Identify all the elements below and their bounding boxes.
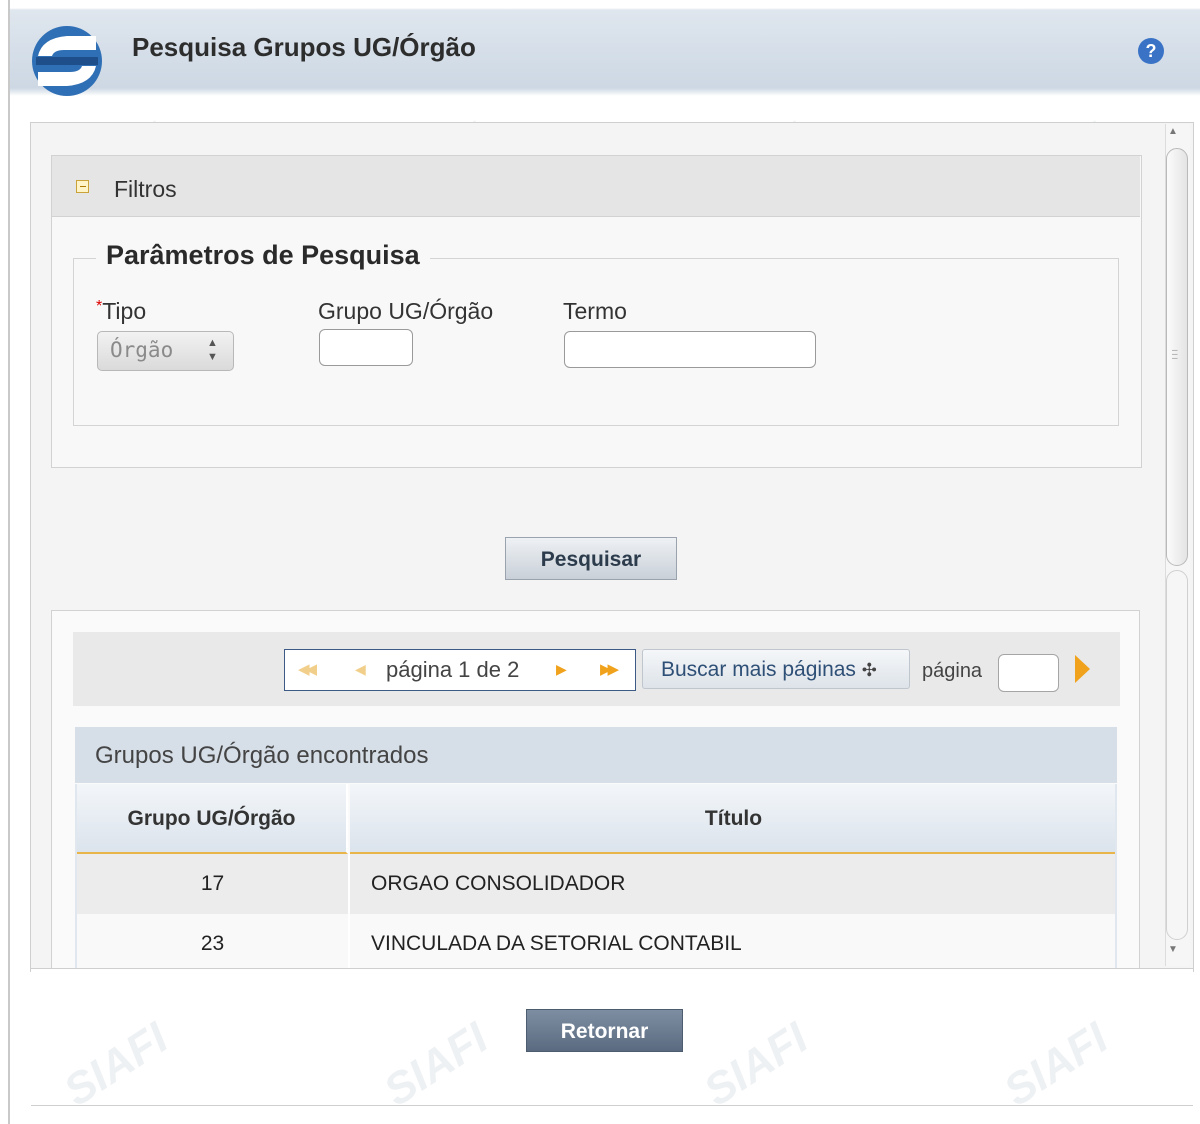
cell-grupo: 17 (200, 872, 225, 895)
left-border (8, 0, 10, 1124)
next-page-icon[interactable]: ▶ (556, 661, 567, 678)
buscar-mais-paginas-button[interactable]: Buscar mais páginas ✣ (642, 649, 910, 689)
last-page-icon[interactable]: ▶▶ (600, 660, 619, 678)
question-icon[interactable]: ? (1138, 38, 1164, 64)
page-indicator: página 1 de 2 (386, 657, 520, 682)
grupo-label: Grupo UG/Órgão (318, 298, 494, 324)
column-divider (348, 914, 350, 970)
results-table: Grupo UG/Órgão Título 17 ORGAO CONSOLIDA… (75, 784, 1117, 970)
previous-page-icon[interactable]: ◀ (355, 661, 366, 678)
scrollbar-track[interactable] (1166, 570, 1188, 940)
table-row[interactable]: 23 VINCULADA DA SETORIAL CONTABIL (77, 914, 1115, 970)
page-title: Pesquisa Grupos UG/Órgão (132, 32, 476, 62)
column-divider (348, 854, 350, 914)
pagina-label: página (922, 660, 983, 682)
first-page-icon[interactable]: ◀◀ (298, 660, 317, 678)
column-header-grupo[interactable]: Grupo UG/Órgão (77, 784, 348, 854)
termo-label: Termo (563, 298, 627, 324)
buscar-mais-label: Buscar mais páginas (661, 658, 856, 681)
termo-input[interactable] (564, 331, 816, 368)
scroll-up-icon[interactable]: ▲ (1168, 126, 1178, 137)
column-header-titulo[interactable]: Título (350, 784, 1115, 854)
collapse-minus-icon[interactable] (76, 180, 89, 193)
cell-titulo: ORGAO CONSOLIDADOR (371, 872, 626, 895)
filtros-header[interactable] (52, 156, 1140, 217)
retornar-button[interactable]: Retornar (526, 1009, 683, 1052)
grupo-input[interactable] (319, 329, 413, 366)
tipo-label-text: Tipo (102, 298, 147, 324)
tipo-label: *Tipo (96, 298, 146, 325)
table-caption: Grupos UG/Órgão encontrados (95, 742, 429, 769)
tipo-select-value: Órgão (110, 338, 174, 362)
search-parameters-legend: Parâmetros de Pesquisa (96, 240, 430, 271)
table-row[interactable]: 17 ORGAO CONSOLIDADOR (77, 854, 1115, 914)
pesquisar-button[interactable]: Pesquisar (505, 537, 677, 580)
plus-icon: ✣ (861, 660, 877, 680)
filtros-label[interactable]: Filtros (114, 176, 177, 203)
select-arrows-icon: ▲ ▼ (207, 337, 218, 363)
cell-titulo: VINCULADA DA SETORIAL CONTABIL (371, 932, 742, 955)
pagina-input[interactable] (998, 654, 1059, 692)
cell-grupo: 23 (200, 932, 225, 955)
siafi-logo-icon (32, 26, 102, 96)
scroll-down-icon[interactable]: ▼ (1168, 944, 1178, 955)
grip-icon: – – – (1172, 345, 1178, 364)
go-arrow-icon[interactable] (1075, 655, 1090, 683)
